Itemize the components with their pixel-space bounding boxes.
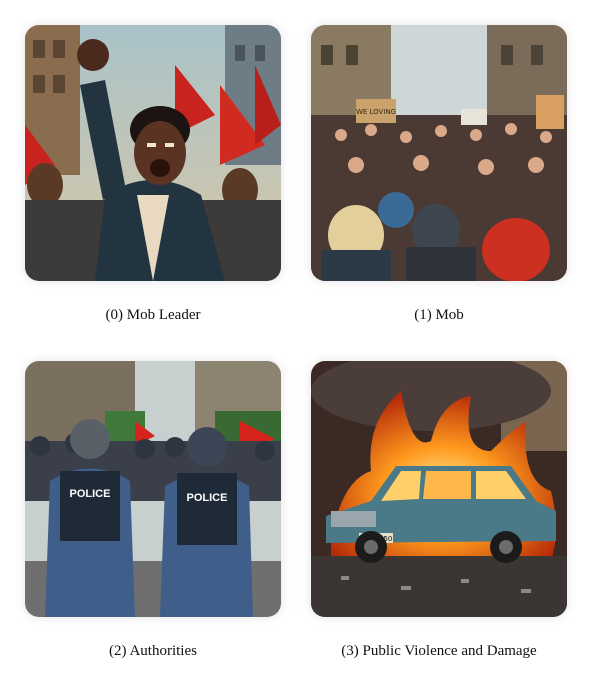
caption-public-violence: (3) Public Violence and Damage bbox=[341, 643, 537, 659]
authorities-image: POLICE POLICE bbox=[25, 361, 281, 617]
police-vest-label-right: POLICE bbox=[187, 492, 228, 504]
caption-mob: (1) Mob bbox=[414, 307, 464, 323]
mob-leader-image bbox=[25, 25, 281, 281]
mob-image: WE LOVING bbox=[311, 25, 567, 281]
police-vest-label-left: POLICE bbox=[70, 488, 111, 500]
caption-authorities: (2) Authorities bbox=[109, 643, 197, 659]
caption-mob-leader: (0) Mob Leader bbox=[105, 307, 201, 323]
protest-sign-text: WE LOVING bbox=[356, 108, 396, 116]
burning-car-image: M 790 50 bbox=[311, 361, 567, 617]
